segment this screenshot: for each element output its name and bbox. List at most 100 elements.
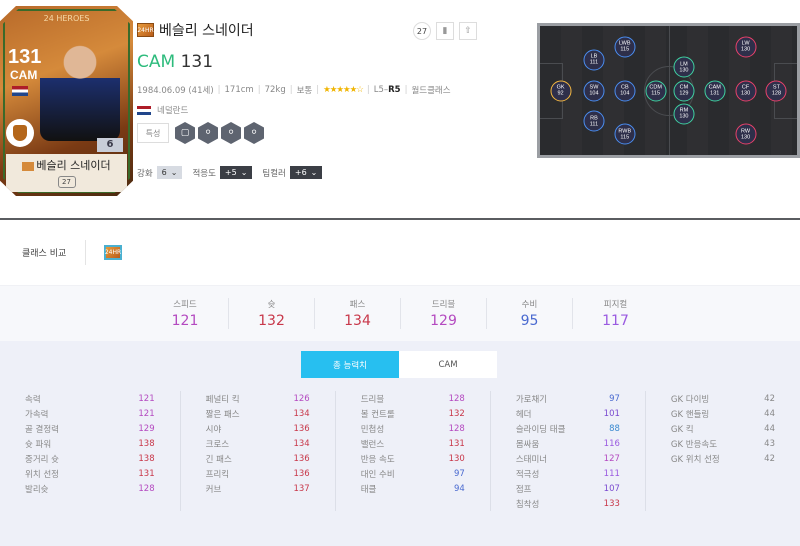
skill-stars: ★★★★★☆ (323, 85, 364, 95)
trait-icon-4[interactable]: ⚪ (244, 122, 264, 144)
stat-label: 가로채기 (515, 394, 548, 405)
stat-row: 가속력 121 (25, 406, 155, 421)
pitch-position-lwb[interactable]: LWB 115 (614, 36, 636, 58)
summary-stat-label: 스피드 (173, 300, 197, 310)
stat-row: 슬라이딩 태클 88 (516, 421, 620, 436)
weight: 72kg (264, 85, 286, 95)
trait-icon-3[interactable]: ⚪ (221, 122, 241, 144)
pitch-position-st[interactable]: ST 128 (765, 80, 787, 101)
stat-value: 136 (293, 453, 310, 464)
stat-value: 97 (609, 393, 620, 404)
stat-row: 태클 94 (361, 481, 465, 496)
pitch-position-lw[interactable]: LW 130 (735, 36, 757, 58)
stat-label: 짧은 패스 (205, 409, 240, 420)
left-foot: L5 (373, 85, 384, 95)
position-value: 92 (557, 90, 564, 97)
stat-row: 커브 137 (206, 481, 310, 496)
stat-row: 드리블 128 (361, 391, 465, 406)
pitch-position-sw[interactable]: SW 104 (583, 80, 605, 101)
position-value: 130 (741, 134, 751, 141)
teamcolor-select[interactable]: +6 ⌄ (289, 166, 323, 179)
stat-column: 가로채기 97 헤더 101 슬라이딩 태클 88 몸싸움 116 스태미너 127 적극성 111 점… (489, 391, 645, 511)
position-value: 115 (620, 134, 630, 141)
stat-column: 속력 121 가속력 121 골 결정력 129 슛 파워 138 중거리 슛 138 위치 선정 1… (25, 391, 180, 511)
season-icon (22, 161, 35, 171)
stat-label: 크로스 (205, 439, 230, 450)
trait-icon-1[interactable]: ▢ (175, 122, 195, 144)
player-name: 베슬리 스네이더 (159, 23, 254, 39)
stat-column: GK 다이빙 42 GK 핸들링 44 GK 킥 44 GK 반응속도 43 GK 위치 선정 4… (644, 391, 800, 511)
pitch-position-gk[interactable]: GK 92 (550, 80, 572, 101)
divider (85, 240, 86, 265)
stat-row: 스태미너 127 (516, 451, 620, 466)
adapt-select[interactable]: +5 ⌄ (219, 166, 253, 179)
stat-row: 슛 파워 138 (25, 436, 155, 451)
ovr-hex-badge[interactable]: 27 (413, 22, 431, 40)
stat-value: 128 (448, 393, 465, 404)
stat-label: 슬라이딩 태클 (515, 424, 566, 435)
stat-row: 짧은 패스 134 (206, 406, 310, 421)
pitch-position-rwb[interactable]: RWB 115 (614, 123, 636, 145)
stat-value: 127 (603, 453, 620, 464)
summary-stat-value: 134 (344, 313, 371, 329)
club-badge-icon (6, 119, 34, 147)
pitch-position-lb[interactable]: LB 111 (583, 49, 605, 71)
tab-position-stats[interactable]: CAM (399, 351, 497, 378)
stat-row: 헤더 101 (516, 406, 620, 421)
pitch-position-lm[interactable]: LM 130 (673, 56, 695, 78)
share-icon[interactable]: ⇧ (459, 22, 477, 40)
pitch-position-cam[interactable]: CAM 131 (704, 80, 726, 101)
player-header: 24 HEROES 131 CAM 6 베슬리 스네이더 27 24HR 베슬리… (0, 0, 800, 218)
stat-label: 긴 패스 (205, 454, 232, 465)
position-value: 104 (620, 90, 630, 97)
pitch-position-rm[interactable]: RM 130 (673, 103, 695, 125)
card-nation-flag (12, 86, 28, 96)
summary-stat-label: 수비 (521, 300, 538, 310)
stat-value: 128 (448, 423, 465, 434)
nation: 네덜란드 (137, 104, 477, 116)
stat-row: 위치 선정 131 (25, 466, 155, 481)
tab-total-stats[interactable]: 총 능력치 (301, 351, 399, 378)
card-ovr-badge: 27 (57, 176, 76, 188)
pitch-position-rb[interactable]: RB 111 (583, 110, 605, 132)
summary-stat: 슛 132 (228, 298, 314, 329)
position-value: 115 (620, 46, 630, 53)
bookmark-icon[interactable]: ▮ (436, 22, 454, 40)
pitch-position-cf[interactable]: CF 130 (735, 80, 757, 101)
stat-label: GK 킥 (670, 424, 694, 435)
stat-row: 대인 수비 97 (361, 466, 465, 481)
trait-icon-2[interactable]: ⚪ (198, 122, 218, 144)
position-value: 115 (651, 90, 661, 97)
stat-value: 121 (138, 408, 155, 419)
stat-row: GK 반응속도 43 (671, 436, 775, 451)
stat-label: 속력 (25, 394, 41, 405)
pitch-position-cb[interactable]: CB 104 (614, 80, 636, 101)
summary-stat: 드리블 129 (400, 298, 486, 329)
pitch-position-rw[interactable]: RW 130 (735, 123, 757, 145)
right-foot: R5 (388, 85, 401, 95)
pitch-position-cm[interactable]: CM 129 (673, 80, 695, 101)
position-value: 130 (679, 67, 689, 74)
overall-value: 131 (180, 52, 214, 72)
stat-value: 137 (293, 483, 310, 494)
enhance-select[interactable]: 6 ⌄ (156, 166, 183, 179)
stat-row: 적극성 111 (516, 466, 620, 481)
stat-value: 42 (764, 393, 775, 404)
position-pitch: GK 92 LB 111 SW 104 RB 111 LWB 115 CB 104 RWB 115 CDM 1… (537, 23, 800, 158)
summary-stat-value: 117 (602, 313, 629, 329)
teamcolor-value: +6 (294, 168, 307, 177)
stat-columns: 속력 121 가속력 121 골 결정력 129 슛 파워 138 중거리 슛 138 위치 선정 1… (0, 391, 800, 511)
position-overall: CAM 131 (137, 52, 477, 72)
enhance-label: 강화 (137, 168, 153, 179)
summary-stat-label: 피지컬 (603, 300, 628, 310)
stat-column: 페널티 킥 126 짧은 패스 134 시야 136 크로스 134 긴 패스 136 프리킥 136… (179, 391, 335, 511)
pitch-position-cdm[interactable]: CDM 115 (645, 80, 667, 101)
stat-value: 134 (293, 408, 310, 419)
stat-row: 볼 컨트롤 132 (361, 406, 465, 421)
card-overall: 131 (8, 46, 42, 68)
class-season-badge[interactable]: 24HR (104, 245, 122, 260)
season-icon: 24HR (137, 23, 154, 37)
stat-row: 발리슛 128 (25, 481, 155, 496)
position-value: 104 (589, 90, 599, 97)
position-value: 130 (679, 113, 689, 120)
